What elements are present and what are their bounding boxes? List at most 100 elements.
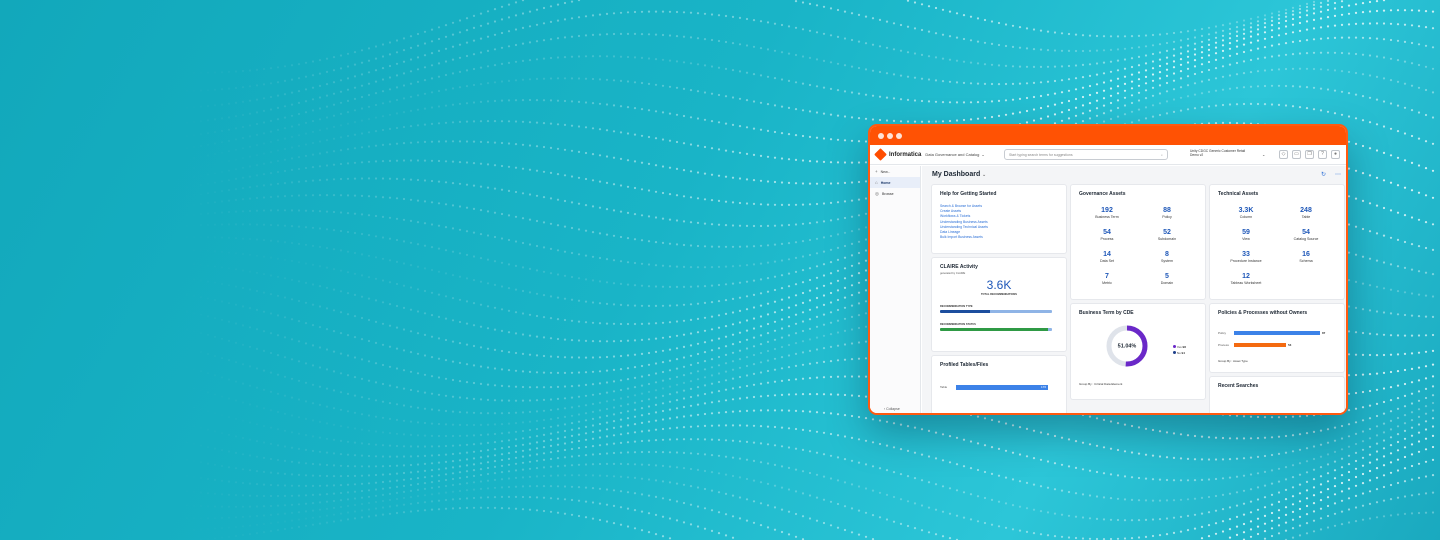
wave-dot bbox=[458, 396, 462, 399]
wave-dot bbox=[297, 473, 301, 476]
wave-dot bbox=[766, 332, 770, 335]
wave-dot bbox=[584, 454, 588, 457]
wave-dot bbox=[598, 370, 602, 373]
wave-dot bbox=[1382, 125, 1386, 128]
wave-dot bbox=[1424, 44, 1428, 47]
wave-dot bbox=[304, 132, 308, 135]
wave-dot bbox=[1018, 46, 1022, 49]
wave-dot bbox=[598, 452, 602, 456]
wave-dot bbox=[801, 377, 805, 380]
wave-dot bbox=[549, 99, 553, 102]
wave-dot bbox=[290, 91, 294, 94]
wave-dot bbox=[395, 98, 399, 102]
wave-dot bbox=[906, 75, 910, 78]
wave-dot bbox=[1389, 444, 1393, 447]
wave-dot bbox=[997, 500, 1001, 503]
wave-dot bbox=[997, 21, 1001, 25]
wave-dot bbox=[1263, 37, 1267, 40]
wave-dot bbox=[1046, 105, 1050, 108]
wave-dot bbox=[248, 288, 252, 291]
wave-dot bbox=[444, 73, 448, 77]
wave-dot bbox=[731, 201, 735, 204]
wave-dot bbox=[283, 65, 287, 68]
wave-dot bbox=[1221, 56, 1225, 59]
wave-dot bbox=[836, 413, 840, 416]
wave-dot bbox=[696, 378, 700, 381]
wave-dot bbox=[703, 198, 707, 201]
wave-dot bbox=[745, 202, 749, 205]
wave-dot bbox=[948, 435, 952, 438]
wave-dot bbox=[724, 299, 728, 302]
wave-dot bbox=[318, 84, 322, 87]
wave-dot bbox=[584, 204, 588, 207]
wave-dot bbox=[633, 186, 637, 190]
wave-dot bbox=[290, 460, 294, 463]
wave-dot bbox=[228, 434, 230, 436]
wave-dot bbox=[269, 95, 273, 99]
wave-dot bbox=[1284, 478, 1288, 481]
wave-dot bbox=[430, 179, 434, 183]
wave-dot bbox=[353, 394, 357, 397]
wave-dot bbox=[186, 107, 188, 109]
wave-dot bbox=[395, 112, 399, 115]
wave-dot bbox=[724, 379, 728, 382]
wave-dot bbox=[1088, 102, 1092, 105]
wave-dot bbox=[255, 111, 259, 114]
wave-dot bbox=[955, 81, 959, 84]
wave-dot bbox=[836, 138, 840, 141]
wave-dot bbox=[388, 88, 392, 91]
wave-dot bbox=[1298, 85, 1302, 88]
wave-dot bbox=[1298, 473, 1302, 476]
wave-dot bbox=[283, 158, 287, 161]
wave-dot bbox=[584, 321, 588, 324]
wave-dot bbox=[207, 154, 209, 156]
wave-dot bbox=[689, 363, 693, 366]
wave-dot bbox=[507, 351, 511, 354]
wave-dot bbox=[1137, 426, 1141, 429]
wave-dot bbox=[416, 56, 420, 59]
wave-dot bbox=[381, 400, 385, 403]
wave-dot bbox=[1039, 65, 1043, 68]
wave-dot bbox=[997, 420, 1001, 423]
wave-dot bbox=[955, 489, 959, 492]
wave-dot bbox=[207, 281, 209, 283]
wave-dot bbox=[703, 384, 707, 387]
wave-dot bbox=[1396, 104, 1400, 107]
wave-dot bbox=[584, 412, 588, 415]
wave-dot bbox=[556, 385, 560, 388]
wave-dot bbox=[1312, 38, 1316, 41]
wave-dot bbox=[1354, 421, 1358, 424]
wave-dot bbox=[256, 154, 258, 156]
wave-dot bbox=[542, 22, 546, 25]
wave-dot bbox=[1382, 261, 1386, 264]
wave-dot bbox=[1263, 103, 1267, 106]
wave-dot bbox=[619, 451, 623, 454]
wave-dot bbox=[241, 125, 245, 129]
wave-dot bbox=[682, 365, 686, 368]
wave-dot bbox=[521, 312, 525, 315]
wave-dot bbox=[822, 411, 826, 414]
wave-dot bbox=[815, 451, 819, 454]
wave-dot bbox=[1431, 223, 1435, 226]
wave-dot bbox=[444, 226, 448, 229]
wave-dot bbox=[682, 285, 686, 288]
wave-dot bbox=[598, 180, 602, 183]
wave-dot bbox=[318, 305, 322, 308]
wave-dot bbox=[1151, 104, 1155, 107]
wave-dot bbox=[458, 43, 462, 46]
wave-dot bbox=[864, 212, 868, 215]
wave-dot bbox=[976, 40, 980, 43]
wave-dot bbox=[1298, 433, 1302, 436]
wave-dot bbox=[682, 169, 686, 172]
wave-dot bbox=[430, 106, 434, 109]
wave-dot bbox=[983, 41, 987, 44]
wave-dot bbox=[297, 63, 301, 66]
wave-dot bbox=[416, 108, 420, 111]
wave-dot bbox=[381, 465, 385, 468]
wave-dot bbox=[1151, 478, 1155, 481]
wave-dot bbox=[1298, 39, 1302, 43]
wave-dot bbox=[1410, 41, 1414, 45]
wave-dot bbox=[234, 237, 238, 240]
wave-dot bbox=[633, 133, 637, 136]
wave-dot bbox=[1347, 353, 1351, 356]
